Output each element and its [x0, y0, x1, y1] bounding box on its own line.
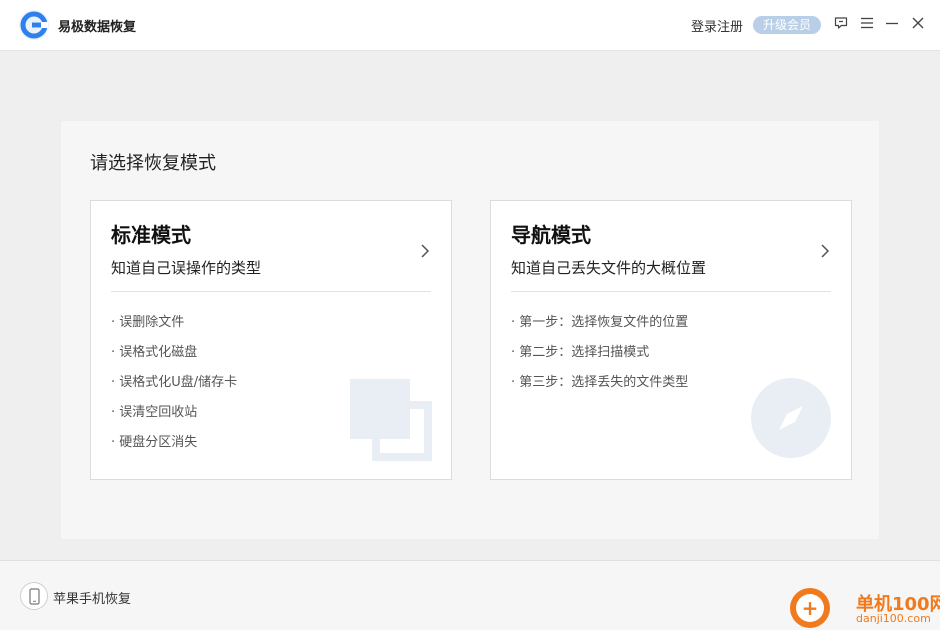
close-icon[interactable]	[910, 15, 926, 31]
watermark: + 单机100网 danji100.com	[790, 586, 940, 630]
list-item: 误格式化磁盘	[111, 343, 237, 373]
card-subtitle: 知道自己误操作的类型	[111, 259, 262, 277]
mode-selection-panel: 请选择恢复模式 标准模式 知道自己误操作的类型 误删除文件 误格式化磁盘 误格式…	[61, 121, 879, 539]
copy-icon	[350, 379, 432, 461]
standard-mode-list: 误删除文件 误格式化磁盘 误格式化U盘/储存卡 误清空回收站 硬盘分区消失	[111, 313, 237, 463]
app-title: 易极数据恢复	[58, 20, 137, 35]
card-title: 导航模式	[511, 223, 591, 247]
navigation-mode-list: 第一步：选择恢复文件的位置 第二步：选择扫描模式 第三步：选择丢失的文件类型	[511, 313, 688, 403]
iphone-recovery-button[interactable]	[20, 582, 48, 610]
upgrade-vip-button[interactable]: 升级会员	[753, 16, 821, 34]
compass-icon	[751, 378, 831, 458]
list-item: 第二步：选择扫描模式	[511, 343, 688, 373]
menu-icon[interactable]	[859, 15, 875, 31]
standard-mode-card[interactable]: 标准模式 知道自己误操作的类型 误删除文件 误格式化磁盘 误格式化U盘/储存卡 …	[90, 200, 452, 480]
minimize-icon[interactable]	[884, 15, 900, 31]
feedback-icon[interactable]	[833, 15, 849, 31]
panel-title: 请选择恢复模式	[90, 153, 216, 174]
navigation-mode-card[interactable]: 导航模式 知道自己丢失文件的大概位置 第一步：选择恢复文件的位置 第二步：选择扫…	[490, 200, 852, 480]
list-item: 误清空回收站	[111, 403, 237, 433]
chevron-right-icon	[421, 244, 430, 258]
login-register-link[interactable]: 登录注册	[691, 16, 743, 35]
iphone-recovery-label[interactable]: 苹果手机恢复	[53, 588, 131, 607]
watermark-url: danji100.com	[856, 612, 931, 625]
divider	[511, 291, 831, 292]
list-item: 误格式化U盘/储存卡	[111, 373, 237, 403]
list-item: 第三步：选择丢失的文件类型	[511, 373, 688, 403]
list-item: 硬盘分区消失	[111, 433, 237, 463]
phone-icon	[29, 588, 40, 605]
card-title: 标准模式	[111, 223, 191, 247]
title-bar: 易极数据恢复 登录注册 升级会员	[0, 0, 940, 51]
divider	[111, 291, 431, 292]
card-subtitle: 知道自己丢失文件的大概位置	[511, 259, 707, 277]
watermark-logo: +	[790, 588, 830, 628]
app-logo-icon	[19, 10, 49, 40]
list-item: 第一步：选择恢复文件的位置	[511, 313, 688, 343]
chevron-right-icon	[821, 244, 830, 258]
list-item: 误删除文件	[111, 313, 237, 343]
